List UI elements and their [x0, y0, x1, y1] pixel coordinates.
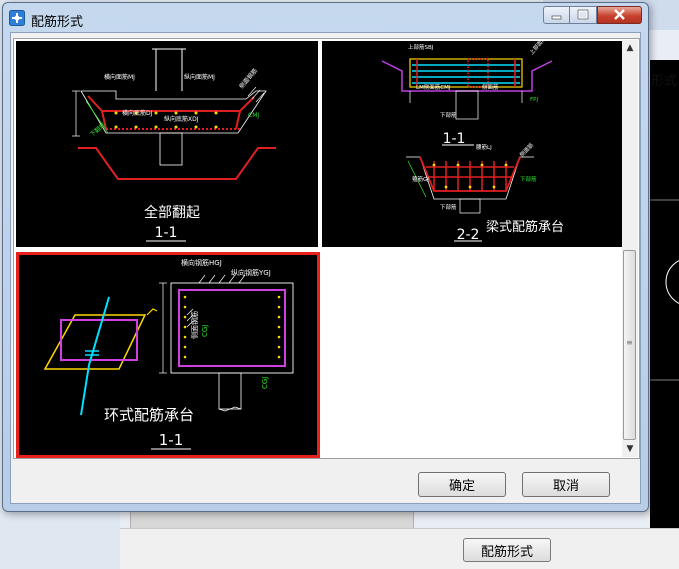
rebar-form-dialog: 配筋形式 横向面筋MJ 纵向面筋MJ 横向底筋DJ 纵向底筋XDJ 侧面钢筋 C…: [2, 2, 649, 512]
label-fpj: FPJ: [530, 97, 538, 103]
label-waist-bar: 腰筋LJ: [476, 143, 492, 151]
maximize-button[interactable]: [570, 6, 597, 24]
dialog-client-area: 横向面筋MJ 纵向面筋MJ 横向底筋DJ 纵向底筋XDJ 侧面钢筋 CMJ 下翻…: [10, 32, 641, 504]
option-ring-type-cap[interactable]: 横向钢筋HGJ 纵向钢筋YGJ 侧面钢筋 CGJ CGJ 环式配筋承台 1-1: [16, 252, 320, 458]
app-icon: [9, 10, 25, 26]
label-longitudinal-bottom: 纵向底筋XDJ: [164, 115, 199, 123]
close-icon: [614, 9, 625, 20]
label-side-bar: 侧面钢筋: [237, 67, 259, 91]
minimize-icon: [551, 15, 562, 20]
label-side-face-cmj: LM侧面筋CMJ: [416, 83, 451, 91]
ok-button[interactable]: 确定: [418, 472, 506, 497]
rebar-form-gallery: 横向面筋MJ 纵向面筋MJ 横向底筋DJ 纵向底筋XDJ 侧面钢筋 CMJ 下翻…: [13, 38, 640, 459]
dialog-titlebar[interactable]: 配筋形式: [3, 3, 648, 33]
label-longitudinal-top: 纵向面筋MJ: [184, 73, 215, 81]
label-transverse-bar: 横向钢筋HGJ: [181, 258, 222, 267]
label-transverse-bottom: 横向底筋DJ: [122, 109, 153, 117]
label-cmj: CMJ: [248, 112, 259, 119]
dialog-title: 配筋形式: [31, 15, 84, 30]
cancel-button[interactable]: 取消: [522, 472, 610, 497]
scroll-thumb[interactable]: ≡: [623, 250, 636, 440]
label-top-face-bar: 上部面筋: [527, 41, 548, 56]
label-top-bar: 上部筋SBJ: [408, 43, 434, 51]
close-button[interactable]: [597, 6, 642, 24]
section-label: 1-1: [159, 431, 184, 449]
option-beam-type-cap[interactable]: 上部筋SBJ 上部面筋 LM侧面筋CMJ 侧面筋 下部筋 FPJ 1-1 箍筋G…: [322, 41, 624, 247]
background-tab-label[interactable]: 形式: [651, 70, 677, 89]
scroll-down-arrow-icon[interactable]: ▼: [622, 441, 638, 457]
label-cgj: CGJ: [201, 325, 209, 337]
option-full-bend-up[interactable]: 横向面筋MJ 纵向面筋MJ 横向底筋DJ 纵向底筋XDJ 侧面钢筋 CMJ 下翻…: [16, 41, 318, 247]
label-bottom-bar-bottom: 下部筋: [440, 203, 457, 211]
gallery-scrollbar[interactable]: ▲ ≡ ▼: [622, 40, 638, 457]
background-bottom-panel: [120, 528, 679, 569]
svg-text:CGJ: CGJ: [261, 377, 269, 389]
label-side-bar-bottom: 侧面筋: [518, 141, 536, 159]
label-longitudinal-bar: 纵向钢筋YGJ: [231, 268, 271, 277]
option-caption: 环式配筋承台: [104, 406, 194, 424]
label-bottom-bar-right: 下部筋: [520, 175, 537, 183]
option-caption: 梁式配筋承台: [486, 219, 564, 235]
section-label: 1-1: [155, 225, 178, 241]
label-side-face-bar: 侧面钢筋: [190, 311, 199, 339]
background-drawing-canvas: [650, 60, 679, 530]
background-rebar-form-button[interactable]: 配筋形式: [463, 538, 551, 562]
label-transverse-top: 横向面筋MJ: [104, 73, 135, 81]
minimize-button[interactable]: [543, 6, 570, 24]
scroll-up-arrow-icon[interactable]: ▲: [622, 40, 638, 56]
label-side-bar-top: 侧面筋: [482, 83, 499, 91]
maximize-icon: [577, 9, 589, 20]
grip-icon: ≡: [626, 338, 633, 347]
option-caption: 全部翻起: [144, 204, 200, 221]
label-bottom-bar-top: 下部筋: [440, 111, 457, 119]
label-hoop: 箍筋GJ: [412, 175, 429, 183]
